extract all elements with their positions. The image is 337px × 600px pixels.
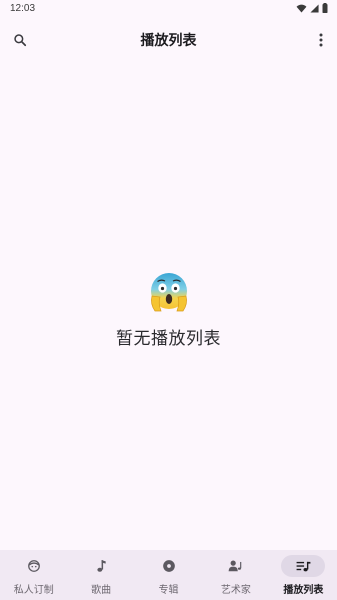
signal-icon (310, 3, 319, 13)
nav-label: 私人订制 (13, 585, 54, 596)
face-icon (27, 560, 40, 572)
nav-label: 歌曲 (91, 585, 112, 596)
app-bar: 播放列表 (0, 22, 337, 58)
nav-item-personal[interactable]: 私人订制 (0, 550, 67, 600)
music-note-icon (97, 560, 106, 572)
album-icon (162, 560, 175, 572)
nav-item-playlists[interactable]: 播放列表 (270, 550, 337, 600)
nav-item-albums[interactable]: 专辑 (135, 550, 202, 600)
nav-item-songs[interactable]: 歌曲 (67, 550, 134, 600)
artist-icon (228, 560, 242, 572)
more-vert-icon (319, 33, 323, 47)
page-title: 播放列表 (140, 33, 197, 49)
nav-label: 艺术家 (220, 585, 251, 596)
screaming-face-emoji (147, 270, 191, 314)
playlist-icon (296, 561, 311, 571)
empty-message: 暂无播放列表 (116, 329, 221, 349)
status-icons (296, 3, 328, 13)
nav-item-artists[interactable]: 艺术家 (202, 550, 269, 600)
empty-state: 暂无播放列表 (0, 270, 337, 349)
battery-icon (322, 3, 328, 13)
bottom-navigation: 私人订制 歌曲 专辑 艺术家 播放列表 (0, 550, 337, 600)
active-indicator (281, 555, 326, 577)
nav-label: 专辑 (158, 585, 179, 596)
status-time: 12:03 (10, 3, 36, 14)
wifi-icon (296, 4, 307, 13)
nav-label: 播放列表 (283, 585, 324, 596)
status-bar: 12:03 (0, 0, 337, 18)
more-options-button[interactable] (309, 28, 333, 52)
